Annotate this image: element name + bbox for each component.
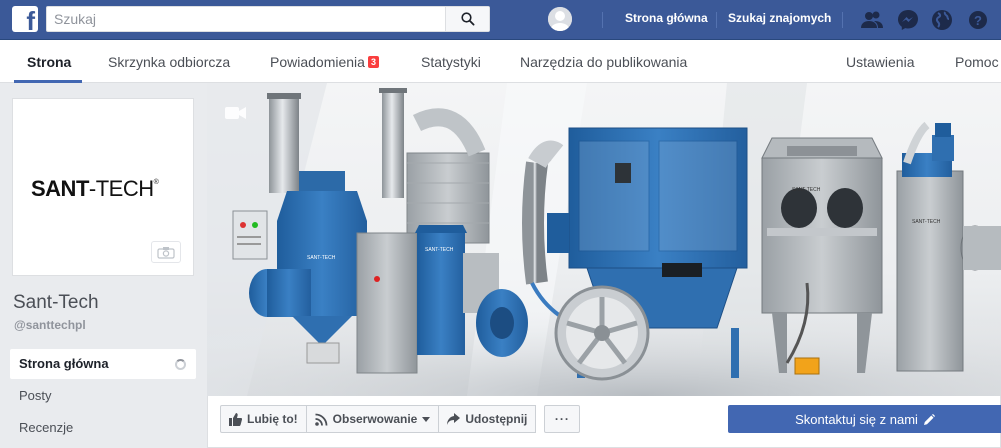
topbar-separator — [602, 12, 603, 28]
search-icon — [460, 12, 475, 26]
svg-text:?: ? — [974, 13, 982, 28]
machine-label: SANT-TECH — [425, 247, 454, 253]
user-avatar[interactable] — [548, 7, 572, 31]
cover-photo[interactable]: SANT-TECH SANT-TECH SANT-TECH SANT-TECH — [207, 83, 1001, 396]
find-friends-link[interactable]: Szukaj znajomych — [728, 11, 831, 25]
search-button[interactable] — [445, 7, 489, 31]
notifications-badge: 3 — [367, 56, 379, 68]
help-icon[interactable]: ? — [966, 8, 990, 32]
update-profile-photo-button[interactable] — [151, 241, 181, 263]
topbar-separator — [842, 12, 843, 28]
page-action-bar: Lubię to! Obserwowanie Udostępnij ··· Sk… — [207, 396, 1001, 448]
logo-part-tech: -TECH — [88, 176, 154, 201]
facebook-logo-icon[interactable]: f — [12, 6, 38, 34]
page-title[interactable]: Sant-Tech — [13, 292, 99, 314]
search-input[interactable] — [47, 7, 451, 31]
sidebar-item-reviews[interactable]: Recenzje — [10, 413, 196, 443]
tab-settings[interactable]: Ustawienia — [846, 54, 914, 70]
machine-label: SANT-TECH — [792, 187, 821, 193]
like-button[interactable]: Lubię to! — [220, 405, 307, 433]
tab-notifications-label: Powiadomienia — [270, 54, 365, 70]
share-button-label: Udostępnij — [465, 412, 528, 426]
sidebar-item-posts[interactable]: Posty — [10, 381, 196, 411]
notifications-globe-icon[interactable] — [930, 8, 954, 32]
machine-label: SANT-TECH — [912, 219, 941, 225]
tab-help[interactable]: Pomoc — [955, 54, 999, 70]
video-camera-icon[interactable] — [225, 105, 247, 121]
share-arrow-icon — [447, 413, 461, 425]
sidebar-item-label: Strona główna — [19, 356, 109, 371]
caret-down-icon — [422, 416, 431, 422]
profile-picture-image: SANT-TECH® — [17, 103, 189, 271]
follow-button-label: Obserwowanie — [332, 412, 418, 426]
contact-us-label: Skontaktuj się z nami — [795, 411, 918, 427]
logo-registered-mark: ® — [153, 179, 159, 186]
default-avatar-icon — [548, 7, 572, 31]
action-button-group: Lubię to! Obserwowanie Udostępnij ··· — [220, 405, 581, 433]
pencil-edit-icon — [923, 413, 935, 425]
company-logo: SANT-TECH® — [31, 176, 159, 202]
rss-follow-icon — [314, 413, 328, 426]
profile-picture[interactable]: SANT-TECH® — [12, 98, 194, 276]
messenger-icon[interactable] — [896, 8, 920, 32]
tab-insights[interactable]: Statystyki — [421, 54, 481, 70]
loading-spinner-icon — [175, 359, 186, 370]
top-bar: f Strona główna Szukaj znajomych ? — [0, 0, 1001, 40]
page-username[interactable]: @santtechpl — [14, 318, 86, 332]
friend-requests-icon[interactable] — [860, 8, 884, 32]
tab-publishing-tools[interactable]: Narzędzia do publikowania — [520, 54, 687, 70]
camera-icon — [157, 246, 175, 259]
follow-button[interactable]: Obserwowanie — [305, 405, 440, 433]
thumbs-up-icon — [229, 412, 242, 426]
tab-notifications[interactable]: Powiadomienia 3 — [270, 54, 379, 70]
more-options-button[interactable]: ··· — [544, 405, 581, 433]
tab-inbox[interactable]: Skrzynka odbiorcza — [108, 54, 230, 70]
page-admin-nav: Strona Skrzynka odbiorcza Powiadomienia 3… — [0, 40, 1001, 83]
cover-photo-illustration: SANT-TECH SANT-TECH SANT-TECH SANT-TECH — [207, 83, 1001, 396]
search-box — [46, 6, 490, 32]
more-options-label: ··· — [554, 412, 570, 426]
active-tab-indicator — [14, 80, 82, 83]
machine-label: SANT-TECH — [307, 255, 336, 261]
home-link[interactable]: Strona główna — [625, 11, 708, 25]
topbar-separator — [716, 12, 717, 28]
logo-part-sant: SANT — [31, 176, 89, 201]
tab-page[interactable]: Strona — [27, 54, 71, 70]
sidebar-item-home[interactable]: Strona główna — [10, 349, 196, 379]
like-button-label: Lubię to! — [247, 412, 298, 426]
contact-us-button[interactable]: Skontaktuj się z nami — [728, 405, 1001, 433]
share-button[interactable]: Udostępnij — [438, 405, 537, 433]
